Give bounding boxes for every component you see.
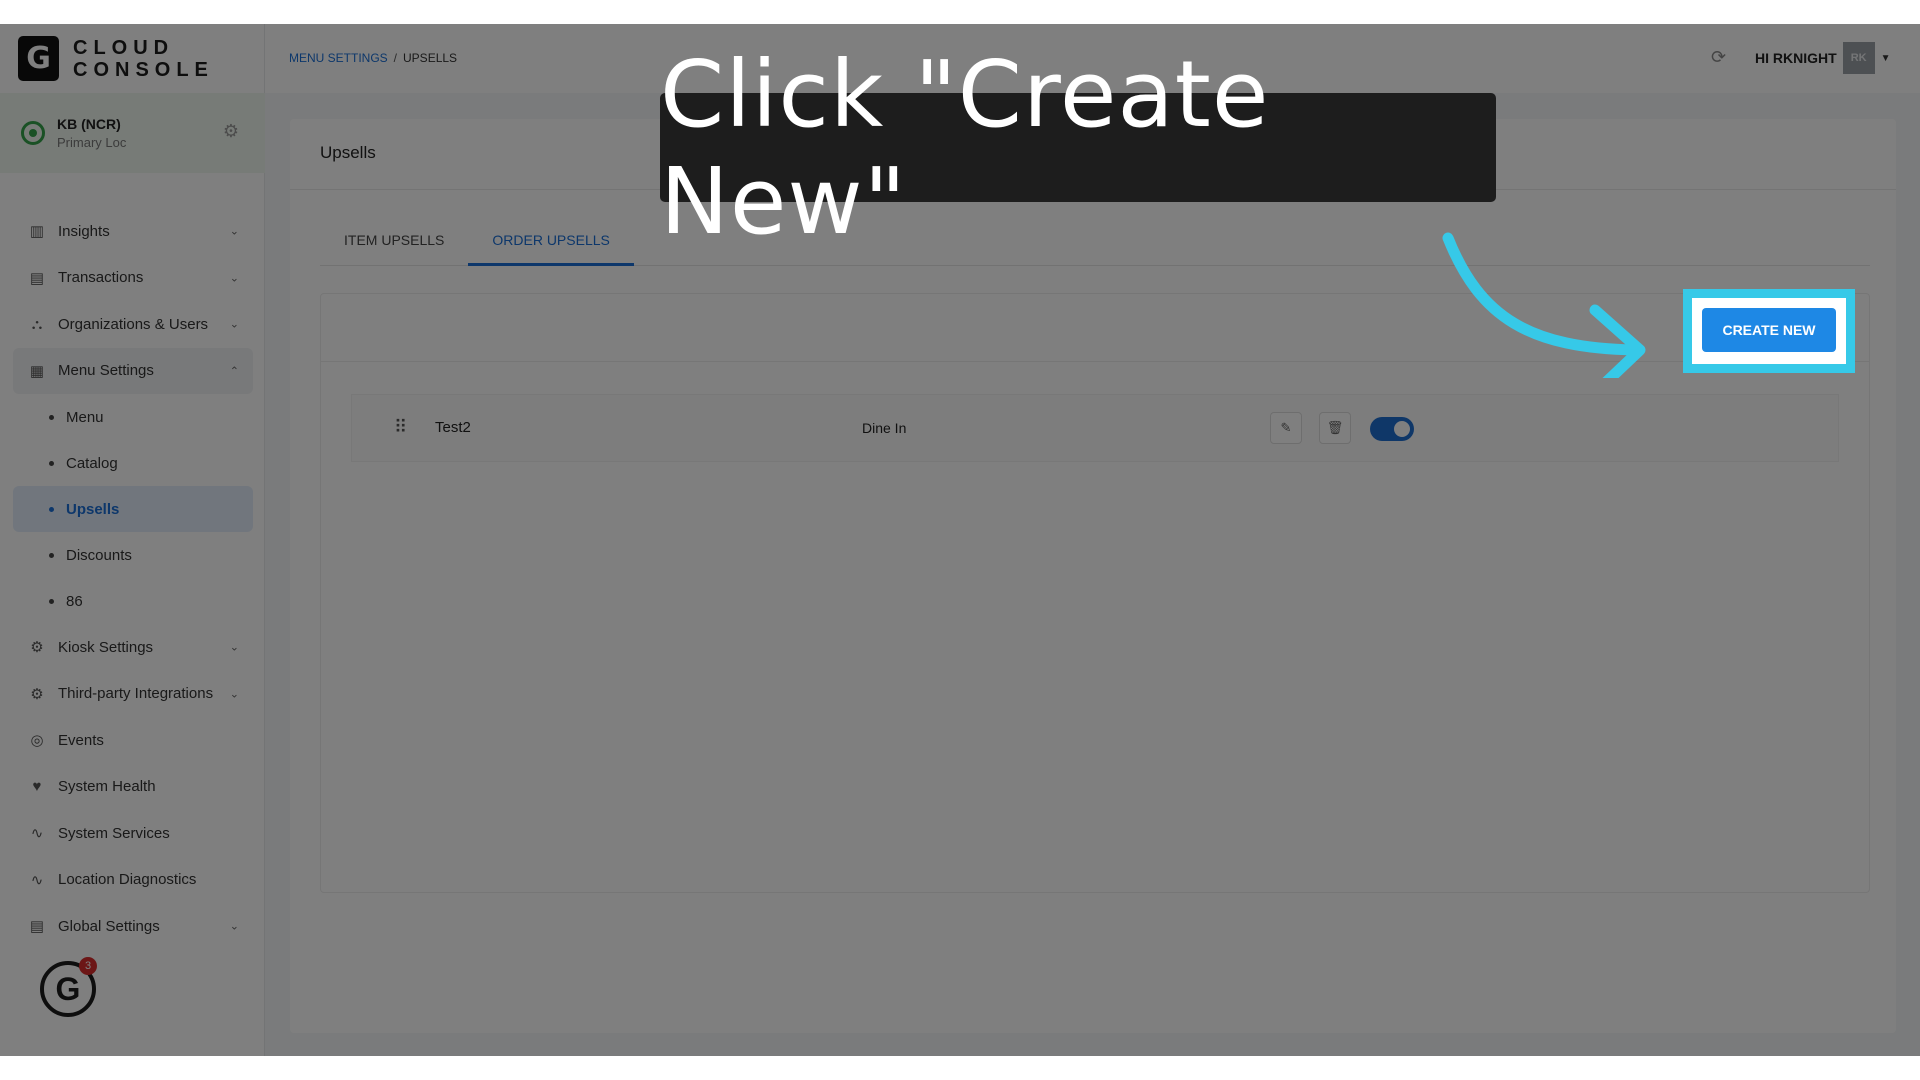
upsell-type: Dine In xyxy=(862,420,907,436)
user-menu[interactable]: HI RKNIGHT RK ▼ xyxy=(1755,42,1891,74)
chevron-down-icon: ⌄ xyxy=(229,688,239,701)
delete-button[interactable]: 🗑 xyxy=(1319,412,1351,444)
sidebar-subitem-86[interactable]: 86 xyxy=(13,578,253,624)
events-icon: ◎ xyxy=(30,732,44,750)
upsell-name: Test2 xyxy=(435,419,471,436)
sidebar-item-label: Transactions xyxy=(58,269,144,287)
menu-settings-icon: ▦ xyxy=(29,362,45,380)
sidebar-item-label: Events xyxy=(58,731,104,749)
logo[interactable]: G CLOUD CONSOLE xyxy=(18,36,214,81)
location-text: KB (NCR) Primary Loc xyxy=(57,116,126,150)
create-new-highlight: CREATE NEW xyxy=(1683,289,1855,373)
sidebar-subitem-menu[interactable]: Menu xyxy=(13,394,253,440)
bullet xyxy=(49,506,54,512)
sidebar-subitem-catalog[interactable]: Catalog xyxy=(13,440,253,486)
bullet xyxy=(49,598,54,604)
logo-mark: G xyxy=(18,36,59,81)
sidebar-subitem-label: Upsells xyxy=(66,500,120,518)
sidebar-item-third-party-integrations[interactable]: ⚙ Third-party Integrations ⌄ xyxy=(13,671,253,718)
breadcrumb-link-menu-settings[interactable]: MENU SETTINGS xyxy=(289,51,388,65)
user-greeting: HI RKNIGHT xyxy=(1755,50,1837,66)
chevron-down-icon: ⌄ xyxy=(229,272,239,285)
sidebar-item-menu-settings[interactable]: ▦ Menu Settings ⌃ xyxy=(13,347,253,394)
trash-icon: 🗑 xyxy=(1326,420,1344,435)
sidebar-item-label: System Services xyxy=(58,824,170,842)
chevron-up-icon: ⌃ xyxy=(229,365,239,378)
notification-count-badge: 3 xyxy=(79,957,97,975)
page-title: Upsells xyxy=(320,143,376,162)
sidebar-item-label: Insights xyxy=(58,222,110,240)
pencil-icon: ✎ xyxy=(1280,420,1292,435)
sidebar-item-label: Third-party Integrations xyxy=(58,685,214,703)
logo-line-2: CONSOLE xyxy=(73,58,214,81)
sidebar-item-label: Organizations & Users xyxy=(58,315,209,333)
table-row: ⠿ Test2 Dine In ✎ 🗑 xyxy=(351,394,1839,462)
drag-handle-icon[interactable]: ⠿ xyxy=(394,417,407,438)
sidebar-item-system-services[interactable]: ∿ System Services xyxy=(13,810,253,857)
sidebar-item-global-settings[interactable]: ▤ Global Settings ⌄ xyxy=(13,903,253,950)
bullet xyxy=(49,414,54,420)
sidebar-item-label: System Health xyxy=(58,778,156,796)
breadcrumb-separator: / xyxy=(393,51,398,65)
chevron-down-icon: ⌄ xyxy=(229,318,239,331)
sidebar-item-label: Location Diagnostics xyxy=(58,871,197,889)
pulse-icon: ∿ xyxy=(30,825,44,843)
location-gear-icon[interactable]: ⚙ xyxy=(223,121,239,142)
tutorial-callout: Click "Create New" xyxy=(660,41,1496,255)
sidebar-subitem-label: Catalog xyxy=(66,454,118,472)
gear-icon: ⚙ xyxy=(30,639,44,657)
sidebar-item-location-diagnostics[interactable]: ∿ Location Diagnostics xyxy=(13,857,253,904)
avatar: RK xyxy=(1842,42,1875,74)
location-subtitle: Primary Loc xyxy=(57,135,127,150)
breadcrumb-current: UPSELLS xyxy=(403,51,458,65)
location-name: KB (NCR) xyxy=(57,116,121,132)
sidebar-item-transactions[interactable]: ▤ Transactions ⌄ xyxy=(13,255,253,302)
receipt-icon: ▤ xyxy=(29,269,45,287)
sidebar-subitem-discounts[interactable]: Discounts xyxy=(13,532,253,578)
edit-button[interactable]: ✎ xyxy=(1270,412,1302,444)
upsell-list-panel: ⠿ Test2 Dine In ✎ 🗑 xyxy=(320,293,1870,893)
refresh-icon[interactable]: ⟳ xyxy=(1711,47,1726,68)
sidebar-subitem-label: Discounts xyxy=(66,546,132,564)
enabled-toggle[interactable] xyxy=(1370,417,1414,441)
arrow-right-icon xyxy=(1442,232,1646,378)
sidebar-item-insights[interactable]: ▥ Insights ⌄ xyxy=(13,208,253,255)
chevron-down-icon: ⌄ xyxy=(229,641,239,654)
sidebar-item-organizations-users[interactable]: ⛬ Organizations & Users ⌄ xyxy=(13,301,253,348)
logo-line-1: CLOUD xyxy=(73,36,175,59)
integration-icon: ⚙ xyxy=(30,685,44,703)
pulse-icon: ∿ xyxy=(30,871,44,889)
sidebar-item-system-health[interactable]: ♥ System Health xyxy=(13,764,253,811)
location-pin-icon xyxy=(21,121,45,145)
sidebar-item-label: Global Settings xyxy=(58,917,160,935)
sidebar-subitem-upsells[interactable]: Upsells xyxy=(13,486,253,532)
heart-icon: ♥ xyxy=(32,778,42,796)
document-icon: ▤ xyxy=(29,918,45,936)
org-icon: ⛬ xyxy=(31,315,43,333)
chart-icon: ▥ xyxy=(29,223,45,241)
bullet xyxy=(49,552,54,558)
sidebar-nav: ▥ Insights ⌄ ▤ Transactions ⌄ ⛬ Organiza… xyxy=(13,208,253,950)
bullet xyxy=(49,460,54,466)
sidebar-subitem-label: 86 xyxy=(66,592,83,610)
location-selector[interactable]: KB (NCR) Primary Loc ⚙ xyxy=(0,93,265,173)
sidebar: G CLOUD CONSOLE KB (NCR) Primary Loc ⚙ ▥… xyxy=(0,24,265,1056)
create-new-button[interactable]: CREATE NEW xyxy=(1702,308,1836,352)
chevron-down-icon: ⌄ xyxy=(229,920,239,933)
breadcrumb: MENU SETTINGS / UPSELLS xyxy=(289,51,457,65)
sidebar-item-events[interactable]: ◎ Events xyxy=(13,717,253,764)
chevron-down-icon: ⌄ xyxy=(229,225,239,238)
logo-text: CLOUD CONSOLE xyxy=(73,37,214,81)
sidebar-item-label: Kiosk Settings xyxy=(58,638,154,656)
caret-down-icon: ▼ xyxy=(1880,52,1891,64)
tab-item-upsells[interactable]: ITEM UPSELLS xyxy=(320,226,468,266)
sidebar-item-label: Menu Settings xyxy=(58,362,154,380)
sidebar-subitem-label: Menu xyxy=(66,408,104,426)
sidebar-item-kiosk-settings[interactable]: ⚙ Kiosk Settings ⌄ xyxy=(13,624,253,671)
tab-order-upsells[interactable]: ORDER UPSELLS xyxy=(468,226,634,266)
